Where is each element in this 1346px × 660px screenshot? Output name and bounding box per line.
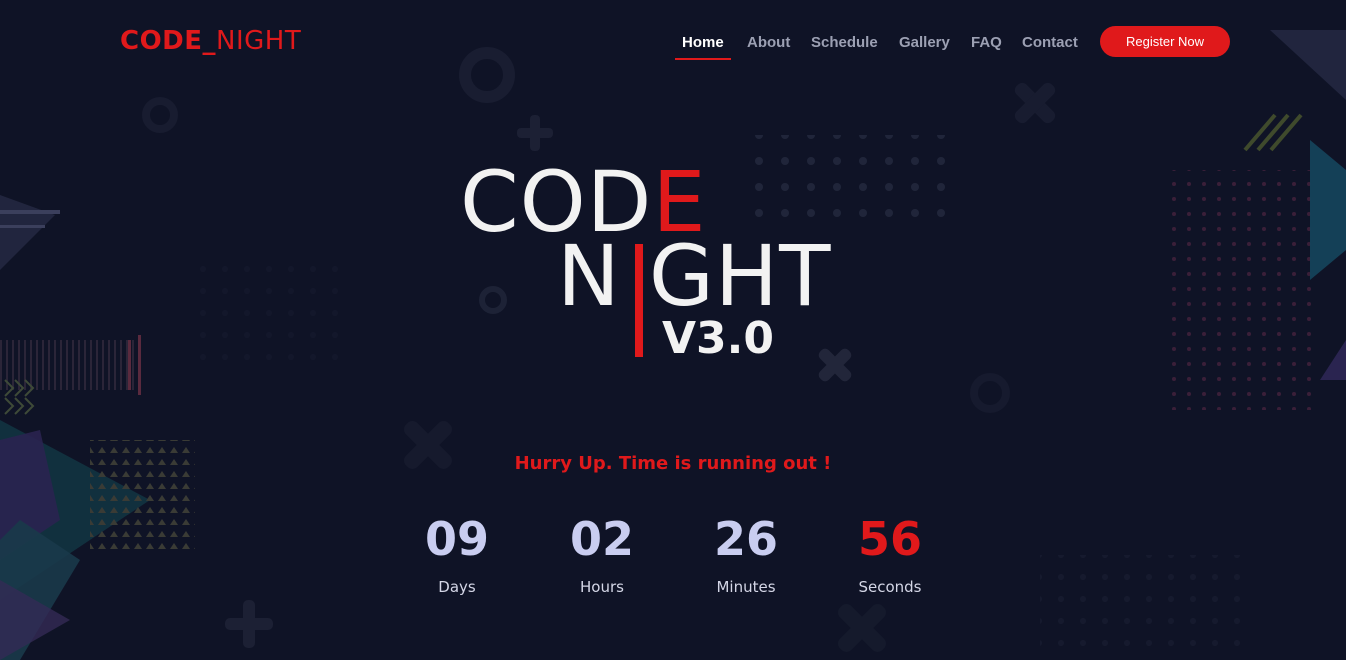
nav-link-home[interactable]: Home: [682, 34, 724, 51]
countdown-minutes: 26 Minutes: [686, 510, 806, 596]
countdown-seconds-value: 56: [857, 512, 922, 566]
hero-title-red-bar: [635, 244, 643, 357]
hero-title-line2: N GHT: [557, 234, 831, 318]
hero-title-ght: GHT: [648, 227, 832, 325]
countdown-days-label: Days: [438, 578, 476, 596]
hero-title-n: N: [557, 227, 621, 325]
countdown-minutes-value: 26: [713, 512, 778, 566]
logo-text-code: CODE_: [120, 26, 217, 56]
countdown-seconds-label: Seconds: [858, 578, 922, 596]
nav-link-contact[interactable]: Contact: [1022, 34, 1078, 51]
countdown-message: Hurry Up. Time is running out !: [514, 453, 832, 474]
nav-link-gallery[interactable]: Gallery: [899, 34, 950, 51]
register-now-button[interactable]: Register Now: [1100, 26, 1230, 57]
nav-link-about[interactable]: About: [747, 34, 790, 51]
logo[interactable]: CODE_NIGHT: [120, 26, 301, 56]
countdown-seconds: 56 Seconds: [830, 510, 950, 596]
hero-version: V3.0: [662, 313, 774, 364]
countdown-days: 09 Days: [397, 510, 517, 596]
countdown-days-value: 09: [424, 512, 489, 566]
countdown-hours-label: Hours: [580, 578, 624, 596]
navbar: CODE_NIGHT Home About Schedule Gallery F…: [0, 0, 1346, 84]
nav-active-indicator: [675, 58, 731, 60]
countdown-minutes-label: Minutes: [716, 578, 776, 596]
nav-link-schedule[interactable]: Schedule: [811, 34, 878, 51]
countdown-timer: 09 Days 02 Hours 26 Minutes 56 Seconds: [0, 510, 1346, 610]
nav-link-faq[interactable]: FAQ: [971, 34, 1002, 51]
countdown-hours: 02 Hours: [542, 510, 662, 596]
countdown-hours-value: 02: [569, 512, 634, 566]
hero-section: CODE N GHT V3.0 Hurry Up. Time is running…: [0, 0, 1346, 660]
logo-text-night: NIGHT: [216, 26, 302, 56]
